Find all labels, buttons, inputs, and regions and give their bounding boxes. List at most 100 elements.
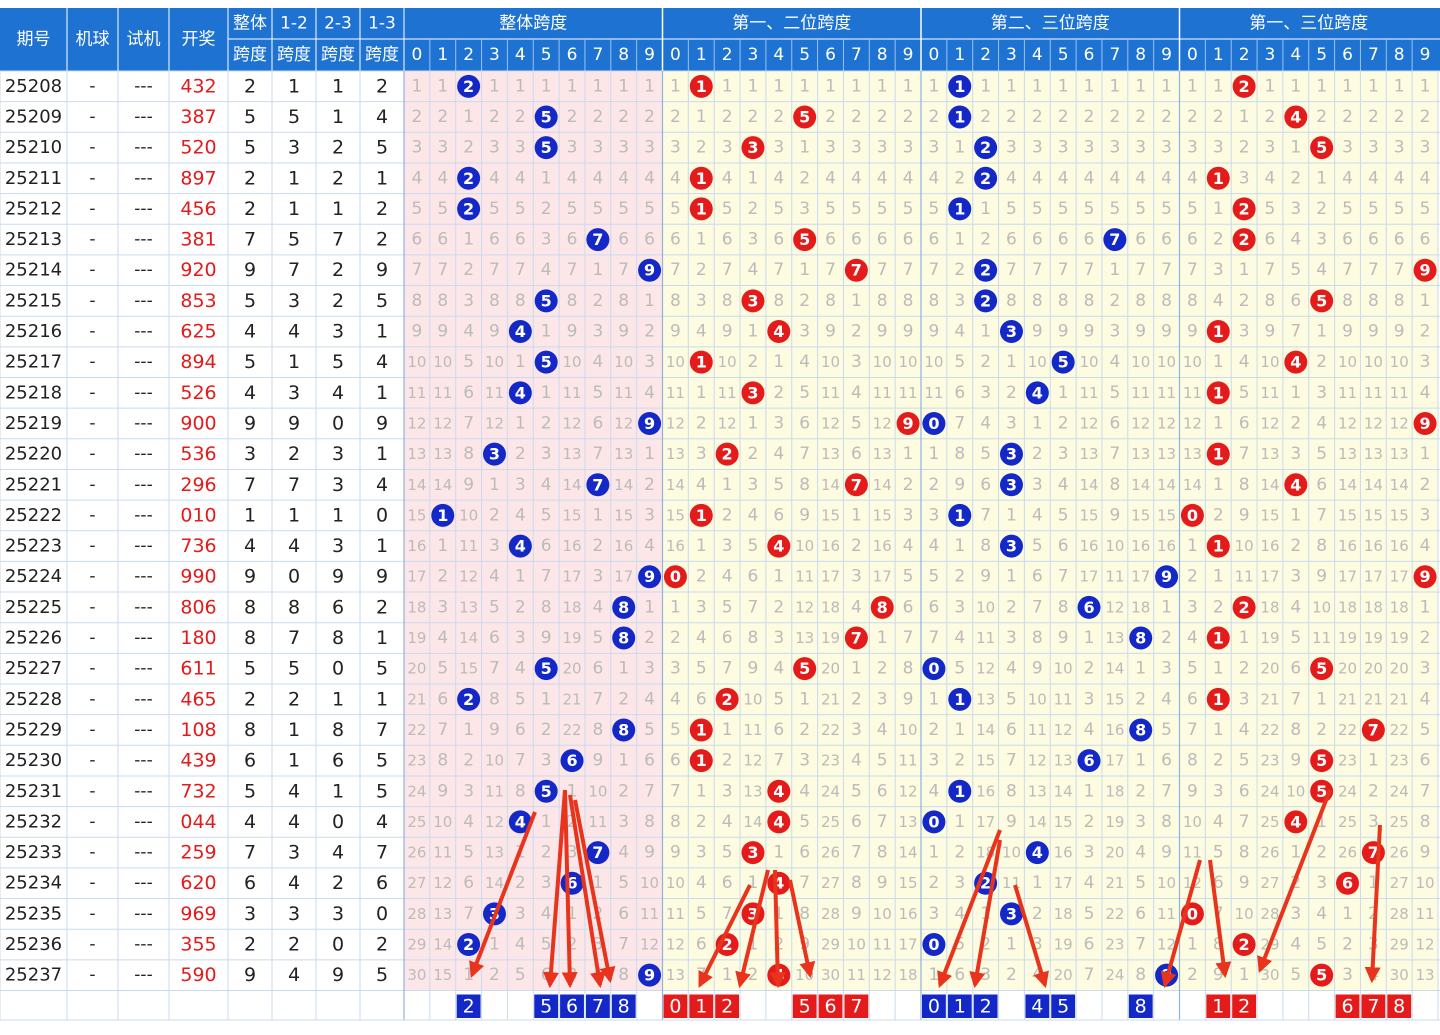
miss-count: 6 <box>903 230 914 250</box>
miss-count: 3 <box>722 138 733 158</box>
miss-count: 12 <box>1260 414 1279 432</box>
miss-count: 7 <box>929 260 940 280</box>
miss-count: 1 <box>696 536 707 556</box>
miss-count: 6 <box>1084 230 1095 250</box>
trial-cell: --- <box>134 168 152 188</box>
miss-count: 23 <box>407 752 426 770</box>
miss-count: 1 <box>773 76 784 96</box>
span-value-cell: 1 <box>376 321 388 343</box>
miss-count: 16 <box>562 537 581 555</box>
miss-count: 2 <box>515 107 526 127</box>
miss-count: 11 <box>847 966 866 984</box>
forecast-digit: 0 <box>928 995 940 1017</box>
miss-count: 26 <box>1338 844 1357 862</box>
miss-count: 11 <box>588 813 607 831</box>
miss-count: 1 <box>1032 413 1043 433</box>
miss-count: 13 <box>562 445 581 463</box>
hit-ball-label: 9 <box>644 966 655 985</box>
hit-ball-label: 2 <box>1239 598 1250 617</box>
miss-count: 2 <box>1316 720 1327 740</box>
miss-count: 4 <box>1420 689 1431 709</box>
miss-count: 1 <box>1316 689 1327 709</box>
miss-count: 19 <box>1338 629 1357 647</box>
miss-count: 15 <box>1079 506 1098 524</box>
miss-count: 27 <box>1390 874 1409 892</box>
miss-count: 10 <box>1028 353 1047 371</box>
miss-count: 3 <box>954 291 965 311</box>
miss-count: 2 <box>1420 475 1431 495</box>
digit-header: 6 <box>1342 45 1353 65</box>
trial-cell: --- <box>134 567 152 587</box>
hit-ball-label: 3 <box>1006 904 1017 923</box>
miss-count: 4 <box>1316 413 1327 433</box>
miss-count: 15 <box>1105 690 1124 708</box>
miss-count: 2 <box>644 322 655 342</box>
machine-cell: - <box>89 720 95 740</box>
miss-count: 3 <box>903 138 914 158</box>
hit-ball-label: 4 <box>1290 107 1301 126</box>
miss-count: 2 <box>1316 843 1327 863</box>
hit-ball-label: 5 <box>1316 291 1327 310</box>
miss-count: 3 <box>437 597 448 617</box>
miss-count: 10 <box>1054 660 1073 678</box>
miss-count: 4 <box>954 628 965 648</box>
miss-count: 11 <box>873 936 892 954</box>
miss-count: 23 <box>1105 936 1124 954</box>
miss-count: 3 <box>696 291 707 311</box>
digit-header: 8 <box>877 45 888 65</box>
miss-count: 19 <box>1105 813 1124 831</box>
miss-count: 9 <box>1368 322 1379 342</box>
span-value-cell: 6 <box>244 872 256 894</box>
miss-count: 5 <box>1058 199 1069 219</box>
miss-count: 11 <box>899 384 918 402</box>
draw-cell: 611 <box>180 658 216 680</box>
miss-count: 5 <box>1032 536 1043 556</box>
miss-count: 25 <box>1260 813 1279 831</box>
miss-count: 10 <box>433 813 452 831</box>
span-value-cell: 1 <box>244 504 256 526</box>
miss-count: 4 <box>1394 168 1405 188</box>
miss-count: 2 <box>1420 322 1431 342</box>
draw-cell: 990 <box>180 566 216 588</box>
miss-count: 12 <box>485 813 504 831</box>
miss-count: 1 <box>954 138 965 158</box>
hit-ball-label: 1 <box>1213 322 1224 341</box>
miss-count: 6 <box>825 230 836 250</box>
draw-cell: 736 <box>180 535 216 557</box>
miss-count: 1 <box>1006 935 1017 955</box>
machine-cell: - <box>89 291 95 311</box>
hit-ball-label: 5 <box>1316 966 1327 985</box>
miss-count: 1 <box>1290 383 1301 403</box>
miss-count: 9 <box>1161 322 1172 342</box>
digit-header: 4 <box>515 45 526 65</box>
hit-ball-label: 2 <box>722 690 733 709</box>
miss-count: 16 <box>666 537 685 555</box>
miss-count: 12 <box>1131 414 1150 432</box>
miss-count: 14 <box>1131 476 1150 494</box>
miss-count: 6 <box>1161 751 1172 771</box>
hit-ball-label: 1 <box>696 751 707 770</box>
span-value-cell: 7 <box>244 474 256 496</box>
miss-count: 9 <box>1239 873 1250 893</box>
hit-ball-label: 5 <box>541 138 552 157</box>
trial-cell: --- <box>134 505 152 525</box>
miss-count: 3 <box>1213 138 1224 158</box>
miss-count: 5 <box>1368 199 1379 219</box>
miss-count: 4 <box>929 168 940 188</box>
miss-count: 18 <box>562 598 581 616</box>
miss-count: 1 <box>929 843 940 863</box>
miss-count: 6 <box>1420 230 1431 250</box>
miss-count: 1 <box>1032 873 1043 893</box>
miss-count: 7 <box>1032 597 1043 617</box>
miss-count: 4 <box>722 168 733 188</box>
miss-count: 16 <box>1079 537 1098 555</box>
forecast-digit: 2 <box>980 995 992 1017</box>
miss-count: 6 <box>463 383 474 403</box>
miss-count: 4 <box>773 444 784 464</box>
miss-count: 4 <box>437 168 448 188</box>
trial-cell: --- <box>134 413 152 433</box>
miss-count: 13 <box>976 690 995 708</box>
miss-count: 6 <box>1239 413 1250 433</box>
span-value-cell: 0 <box>332 412 344 434</box>
span-value-cell: 5 <box>244 351 256 373</box>
